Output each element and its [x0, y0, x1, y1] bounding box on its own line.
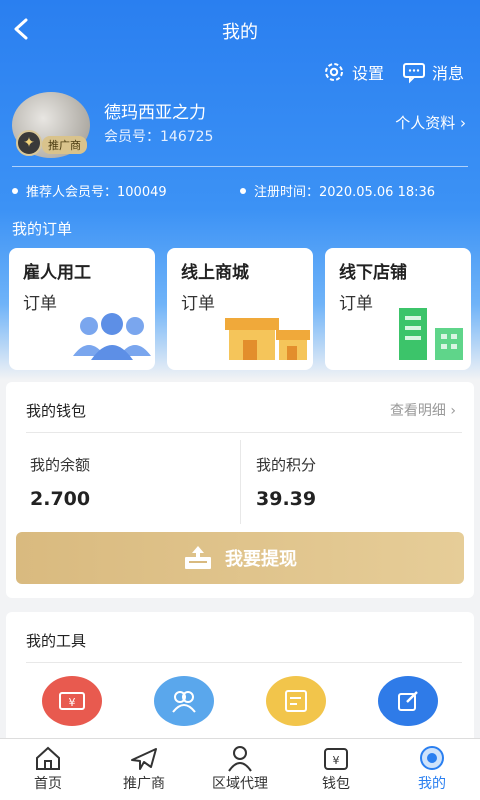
tab-mine[interactable]: 我的 [384, 739, 480, 800]
order-card-online-mall[interactable]: 线上商城 订单 [167, 248, 313, 370]
tab-home[interactable]: 首页 [0, 739, 96, 800]
svg-text:¥: ¥ [69, 696, 76, 709]
orders-title: 我的订单 [12, 220, 73, 238]
referrer-label: 推荐人会员号： [26, 185, 118, 200]
view-details-label: 查看明细 [389, 403, 446, 419]
messages-label: 消息 [431, 64, 464, 83]
tab-label: 我的 [418, 776, 446, 792]
view-details-link[interactable]: 查看明细 › [390, 400, 456, 420]
building-icon [399, 308, 463, 360]
people-group-icon [73, 313, 151, 360]
storefront-icon [225, 318, 310, 360]
airplane-icon [131, 748, 157, 770]
balance-value[interactable]: 2.700 [30, 488, 90, 510]
top-links: 设置 消息 [322, 60, 464, 84]
bullet-icon [240, 187, 246, 194]
ticket-yen-icon: ¥ [59, 692, 85, 710]
wallet-card: 我的钱包 查看明细 › 我的余额 2.700 我的积分 39.39 我要提现 [6, 382, 474, 598]
order-card-title: 线下店铺 [339, 263, 407, 283]
home-icon [36, 746, 60, 770]
referrer-info: 推荐人会员号：100049 [12, 181, 167, 200]
points-label: 我的积分 [256, 456, 317, 474]
tab-wallet[interactable]: ¥ 钱包 [288, 739, 384, 800]
order-card-title: 线上商城 [181, 263, 249, 283]
tab-promoter[interactable]: 推广商 [96, 739, 192, 800]
svg-text:¥: ¥ [333, 754, 340, 767]
page-title: 我的 [222, 22, 258, 43]
register-value: 2020.05.06 18:36 [319, 185, 436, 200]
tool-share[interactable] [378, 676, 438, 726]
balance-label: 我的余额 [30, 456, 91, 474]
register-info: 注册时间：2020.05.06 18:36 [240, 181, 435, 200]
notepad-edit-icon [285, 690, 307, 712]
tool-notes[interactable] [266, 676, 326, 726]
order-card-offline-store[interactable]: 线下店铺 订单 [325, 248, 471, 370]
member-number: 会员号：146725 [104, 126, 213, 146]
tab-label: 推广商 [123, 776, 165, 792]
tab-label: 区域代理 [212, 776, 268, 792]
tab-label: 钱包 [322, 776, 350, 792]
bottom-tab-bar: 首页 推广商 区域代理 ¥ 钱包 我的 [0, 738, 480, 800]
tab-regional-agent[interactable]: 区域代理 [192, 739, 288, 800]
settings-link[interactable]: 设置 [322, 60, 384, 84]
chevron-right-icon: › [460, 114, 466, 132]
messages-link[interactable]: 消息 [402, 60, 464, 84]
top-bar: 我的 [0, 0, 480, 60]
bullet-icon [12, 187, 18, 194]
chevron-right-icon: › [450, 403, 456, 419]
withdraw-icon [185, 546, 211, 569]
register-label: 注册时间： [254, 185, 320, 200]
order-card-subtitle: 订单 [181, 294, 215, 314]
tools-card: 我的工具 ¥ [6, 612, 474, 752]
divider [26, 432, 462, 433]
person-icon [228, 746, 252, 772]
order-card-hire[interactable]: 雇人用工 订单 [9, 248, 155, 370]
member-label: 会员号： [104, 129, 160, 145]
withdraw-button[interactable]: 我要提现 [16, 532, 464, 584]
withdraw-label: 我要提现 [225, 549, 297, 570]
member-value: 146725 [160, 129, 214, 145]
order-card-title: 雇人用工 [23, 263, 91, 283]
divider [26, 662, 462, 663]
user-name: 德玛西亚之力 [104, 103, 206, 123]
order-card-subtitle: 订单 [23, 294, 57, 314]
gear-icon [324, 63, 343, 81]
referrer-value: 100049 [117, 185, 167, 200]
tools-title: 我的工具 [26, 632, 87, 650]
points-value[interactable]: 39.39 [256, 488, 316, 510]
avatar[interactable]: ✦ 推广商 [12, 92, 90, 158]
external-edit-icon [398, 691, 418, 711]
profile-bubble-icon [420, 746, 444, 770]
message-icon [402, 63, 425, 84]
rank-medal-icon: ✦ [16, 130, 42, 156]
role-badge: 推广商 [42, 136, 87, 154]
team-icon [172, 691, 196, 713]
profile-link[interactable]: 个人资料 › [395, 112, 466, 133]
tab-label: 首页 [34, 776, 62, 792]
settings-label: 设置 [351, 64, 384, 83]
wallet-icon: ¥ [324, 748, 348, 770]
wallet-title: 我的钱包 [26, 402, 87, 420]
profile-link-label: 个人资料 [395, 114, 456, 132]
tool-ticket[interactable]: ¥ [42, 676, 102, 726]
divider [240, 440, 241, 524]
divider [12, 166, 468, 167]
tool-team[interactable] [154, 676, 214, 726]
